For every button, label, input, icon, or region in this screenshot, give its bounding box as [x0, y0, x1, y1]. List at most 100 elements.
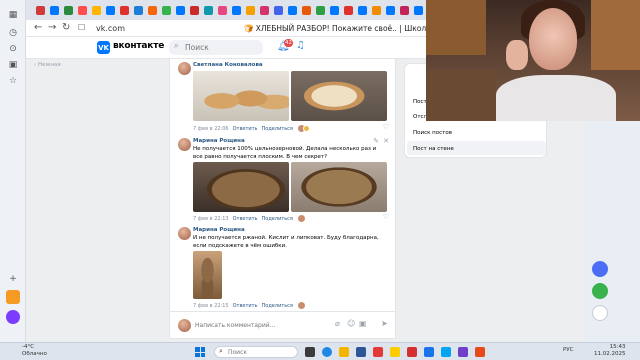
- tab-favicon[interactable]: [386, 6, 395, 15]
- language-indicator[interactable]: РУС: [563, 347, 574, 353]
- app-icon[interactable]: [441, 347, 451, 357]
- comment-author[interactable]: Марина Рощина: [193, 227, 245, 233]
- taskbar-search-input[interactable]: [228, 347, 294, 357]
- menu-item-search-posts[interactable]: Поиск постов: [413, 130, 452, 136]
- vk-search-input[interactable]: [185, 40, 261, 55]
- tab-favicon[interactable]: [92, 6, 101, 15]
- tab-favicon[interactable]: [190, 6, 199, 15]
- add-app-icon[interactable]: +: [6, 272, 20, 286]
- yandex-browser-icon[interactable]: [373, 347, 383, 357]
- file-explorer-icon[interactable]: [339, 347, 349, 357]
- alice-icon[interactable]: [6, 310, 20, 324]
- emoji-icon[interactable]: ☺: [347, 319, 355, 328]
- comment-date[interactable]: 7 фев в 22:13: [193, 216, 229, 222]
- bookmark-icon[interactable]: ☐: [78, 23, 85, 32]
- comment-photo[interactable]: [193, 162, 289, 212]
- reply-link[interactable]: Ответить: [233, 303, 258, 309]
- send-icon[interactable]: ➤: [381, 319, 388, 328]
- app-shortcut-icon[interactable]: [6, 290, 20, 304]
- bookmarks-icon[interactable]: ☆: [6, 74, 20, 88]
- url-field[interactable]: vk.com: [96, 22, 196, 35]
- app-icon[interactable]: [475, 347, 485, 357]
- tab-favicon[interactable]: [358, 6, 367, 15]
- menu-item-post[interactable]: Пост: [413, 99, 427, 105]
- tab-favicon[interactable]: [50, 6, 59, 15]
- app-icon[interactable]: [424, 347, 434, 357]
- tab-favicon[interactable]: [162, 6, 171, 15]
- sidebar-faint-item[interactable]: ‹ Нежная: [34, 62, 61, 68]
- tab-favicon[interactable]: [344, 6, 353, 15]
- tab-favicon[interactable]: [204, 6, 213, 15]
- comment-photo[interactable]: [193, 71, 289, 121]
- forward-icon[interactable]: →: [48, 22, 56, 33]
- comment-author[interactable]: Марина Рощина: [193, 138, 245, 144]
- comment-avatar[interactable]: [178, 138, 191, 151]
- menu-item-wall-post[interactable]: Пост на стене: [413, 146, 454, 152]
- tab-favicon[interactable]: [274, 6, 283, 15]
- edge-browser-icon[interactable]: [322, 347, 332, 357]
- like-heart-icon[interactable]: ♡: [383, 213, 389, 221]
- attach-icon[interactable]: ⌀: [335, 319, 340, 328]
- settings-app-icon[interactable]: [592, 305, 608, 321]
- music-icon[interactable]: ♫: [296, 40, 305, 51]
- comment-date[interactable]: 7 фев в 22:15: [193, 303, 229, 309]
- word-icon[interactable]: [356, 347, 366, 357]
- close-icon[interactable]: ✕: [383, 137, 389, 145]
- tab-favicon[interactable]: [232, 6, 241, 15]
- tab-favicon[interactable]: [218, 6, 227, 15]
- tab-favicon[interactable]: [302, 6, 311, 15]
- tab-favicon[interactable]: [148, 6, 157, 15]
- share-link[interactable]: Поделиться: [262, 303, 293, 309]
- tab-favicon[interactable]: [414, 6, 423, 15]
- task-view-icon[interactable]: [305, 347, 315, 357]
- reply-link[interactable]: Ответить: [233, 126, 258, 132]
- menu-item-following[interactable]: Отсл: [413, 114, 427, 120]
- app-icon[interactable]: [458, 347, 468, 357]
- tab-favicon[interactable]: [120, 6, 129, 15]
- history-icon[interactable]: ◷: [6, 26, 20, 40]
- tab-favicon[interactable]: [106, 6, 115, 15]
- downloads-icon[interactable]: ⊙: [6, 42, 20, 56]
- vk-search-box[interactable]: ⌕: [169, 40, 263, 55]
- app-icon[interactable]: [407, 347, 417, 357]
- tab-favicon[interactable]: [316, 6, 325, 15]
- weather-widget[interactable]: -4°C Облачно: [22, 344, 47, 358]
- windows-start-icon[interactable]: [195, 347, 205, 357]
- edit-icon[interactable]: ✎: [373, 137, 379, 145]
- tab-favicon[interactable]: [134, 6, 143, 15]
- comment-author[interactable]: Светлана Коновалова: [193, 62, 263, 68]
- tab-favicon[interactable]: [330, 6, 339, 15]
- comment-photo[interactable]: [193, 251, 222, 299]
- notification-app-icon[interactable]: [592, 283, 608, 299]
- reload-icon[interactable]: ↻: [62, 22, 70, 33]
- comment-photo[interactable]: [291, 162, 387, 212]
- tab-favicon[interactable]: [246, 6, 255, 15]
- like-heart-icon[interactable]: ♡: [383, 123, 389, 131]
- tab-favicon[interactable]: [36, 6, 45, 15]
- share-link[interactable]: Поделиться: [262, 216, 293, 222]
- tab-favicon[interactable]: [400, 6, 409, 15]
- tab-favicon[interactable]: [78, 6, 87, 15]
- taskbar-search-box[interactable]: ⌕: [214, 346, 298, 358]
- collections-icon[interactable]: ▣: [6, 58, 20, 72]
- vk-wordmark[interactable]: вконтакте: [113, 41, 164, 51]
- tab-favicon[interactable]: [288, 6, 297, 15]
- browser-menu-icon[interactable]: ▦: [6, 8, 20, 22]
- back-icon[interactable]: ←: [34, 22, 42, 33]
- tab-favicon[interactable]: [372, 6, 381, 15]
- tab-favicon[interactable]: [260, 6, 269, 15]
- camera-icon[interactable]: ▣: [359, 319, 367, 328]
- comment-avatar[interactable]: [178, 227, 191, 240]
- tab-favicon[interactable]: [176, 6, 185, 15]
- app-icon[interactable]: [390, 347, 400, 357]
- tab-favicon[interactable]: [64, 6, 73, 15]
- comment-input[interactable]: [195, 319, 345, 332]
- share-link[interactable]: Поделиться: [262, 126, 293, 132]
- reply-link[interactable]: Ответить: [233, 216, 258, 222]
- comment-photo[interactable]: [291, 71, 387, 121]
- comment-avatar[interactable]: [178, 62, 191, 75]
- system-clock[interactable]: 15:43 11.02.2025: [594, 344, 626, 358]
- comment-date[interactable]: 7 фев в 22:06: [193, 126, 229, 132]
- vk-logo-icon[interactable]: VK: [97, 41, 110, 54]
- notification-app-icon[interactable]: [592, 261, 608, 277]
